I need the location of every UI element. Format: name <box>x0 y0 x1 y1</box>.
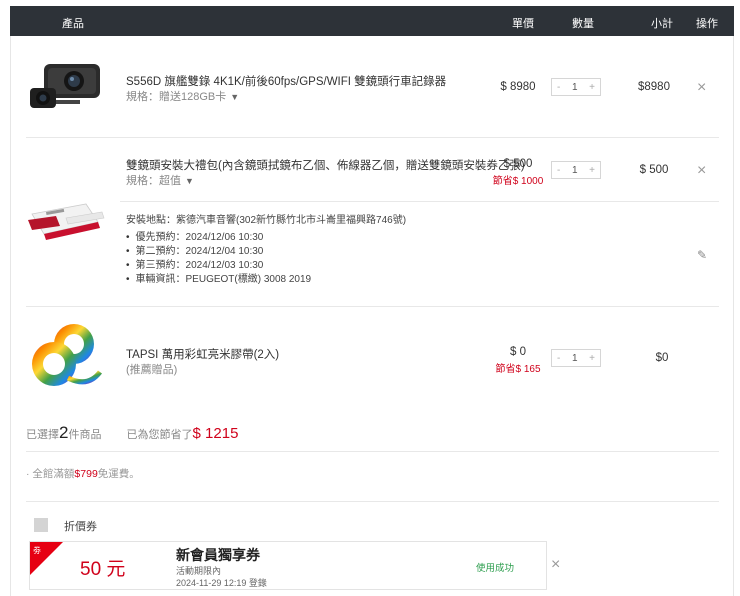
item-subtotal: $0 <box>655 352 669 364</box>
install-info: 安裝地點：紫德汽車音響(302新竹縣竹北市斗崙里福興路746號) 優先預約：20… <box>126 214 406 287</box>
coupon-checkbox[interactable] <box>34 518 48 532</box>
item-subtotal: $8980 <box>638 81 670 93</box>
cart-summary: 已選擇2件商品 已為您節省了$ 1215 <box>26 423 238 443</box>
header-unit-price: 單價 <box>512 18 534 30</box>
row-divider <box>26 306 719 307</box>
install-detail: 優先預約：2024/12/06 10:30 <box>126 231 406 245</box>
increment-button[interactable]: + <box>589 82 595 93</box>
install-detail: 第三預約：2024/12/03 10:30 <box>126 259 406 273</box>
remove-item-icon[interactable]: × <box>697 80 706 96</box>
cart-frame <box>10 36 734 596</box>
saved-prefix: 已為您節省了 <box>126 429 193 441</box>
section-divider <box>26 501 719 502</box>
header-subtotal: 小計 <box>651 18 673 30</box>
remove-item-icon[interactable]: × <box>697 163 706 179</box>
edit-icon[interactable]: ✎ <box>697 248 707 262</box>
unit-price: $ 500 <box>503 158 533 170</box>
saved-amount: $ 1215 <box>192 425 239 442</box>
savings-label: 節省$ 1000 <box>492 176 544 187</box>
chevron-down-icon[interactable]: ▼ <box>230 92 239 102</box>
coupon-status: 使用成功 <box>476 563 515 574</box>
selected-suffix: 件商品 <box>68 429 102 441</box>
coupon-section-label: 折價券 <box>64 521 97 533</box>
coupon-expiry: 2024-11-29 12:19 登錄 <box>176 578 267 588</box>
decrement-button[interactable]: - <box>557 82 560 93</box>
install-detail: 車輛資訊：PEUGEOT(標緻) 3008 2019 <box>126 273 406 287</box>
free-shipping-note: · 全館滿額$799免運費。 <box>26 466 140 481</box>
row-divider <box>120 201 719 202</box>
remove-coupon-icon[interactable]: × <box>551 557 560 573</box>
cart-header: 產品 單價 數量 小計 操作 <box>10 6 734 36</box>
quantity-value[interactable]: 1 <box>572 353 578 364</box>
product-name[interactable]: 雙鏡頭安裝大禮包(內含鏡頭拭鏡布乙個、佈線器乙個，贈送雙鏡頭安裝券乙張) <box>126 157 525 173</box>
section-divider <box>26 451 719 452</box>
product-image-dashcam[interactable] <box>26 58 102 114</box>
free-shipping-prefix: · 全館滿額 <box>26 468 75 480</box>
decrement-button[interactable]: - <box>557 165 560 176</box>
quantity-stepper[interactable]: - 1 + <box>551 78 601 96</box>
unit-price: $ 8980 <box>500 81 536 93</box>
header-product: 產品 <box>62 18 84 30</box>
coupon-amount: 50 元 <box>80 559 126 580</box>
savings-label: 節省$ 165 <box>495 364 541 375</box>
product-spec: (推薦贈品) <box>126 364 178 376</box>
product-name[interactable]: S556D 旗艦雙錄 4K1K/前後60fps/GPS/WIFI 雙鏡頭行車記錄… <box>126 73 446 89</box>
product-spec[interactable]: 規格：贈送128GB卡 ▼ <box>126 88 239 104</box>
product-spec-label: 規格：超值 <box>126 175 181 187</box>
increment-button[interactable]: + <box>589 165 595 176</box>
quantity-value[interactable]: 1 <box>572 82 578 93</box>
increment-button[interactable]: + <box>589 353 595 364</box>
install-detail: 第二預約：2024/12/04 10:30 <box>126 245 406 259</box>
product-spec[interactable]: 規格：超值 ▼ <box>126 172 194 188</box>
coupon-title: 新會員獨享券 <box>176 547 260 563</box>
decrement-button[interactable]: - <box>557 353 560 364</box>
unit-price: $ 0 <box>510 346 526 358</box>
quantity-stepper[interactable]: - 1 + <box>551 161 601 179</box>
product-image-install-package[interactable] <box>26 196 106 246</box>
chevron-down-icon[interactable]: ▼ <box>185 176 194 186</box>
product-name[interactable]: TAPSI 萬用彩虹亮米膠帶(2入) <box>126 346 279 362</box>
header-action: 操作 <box>696 18 718 30</box>
coupon-card[interactable]: 劵 50 元 新會員獨享券 活動期限內 2024-11-29 12:19 登錄 … <box>29 541 547 590</box>
row-divider <box>26 137 719 138</box>
header-quantity: 數量 <box>572 18 594 30</box>
quantity-value[interactable]: 1 <box>572 165 578 176</box>
coupon-ribbon-icon: 劵 <box>33 546 41 555</box>
item-subtotal: $ 500 <box>639 164 669 176</box>
product-spec-label: 規格：贈送128GB卡 <box>126 91 227 103</box>
product-image-rainbow-tape[interactable] <box>28 318 104 390</box>
install-location: 安裝地點：紫德汽車音響(302新竹縣竹北市斗崙里福興路746號) <box>126 215 407 226</box>
free-shipping-suffix: 免運費。 <box>97 468 140 480</box>
free-shipping-amount: $799 <box>74 468 98 480</box>
selected-prefix: 已選擇 <box>26 429 59 441</box>
quantity-stepper[interactable]: - 1 + <box>551 349 601 367</box>
